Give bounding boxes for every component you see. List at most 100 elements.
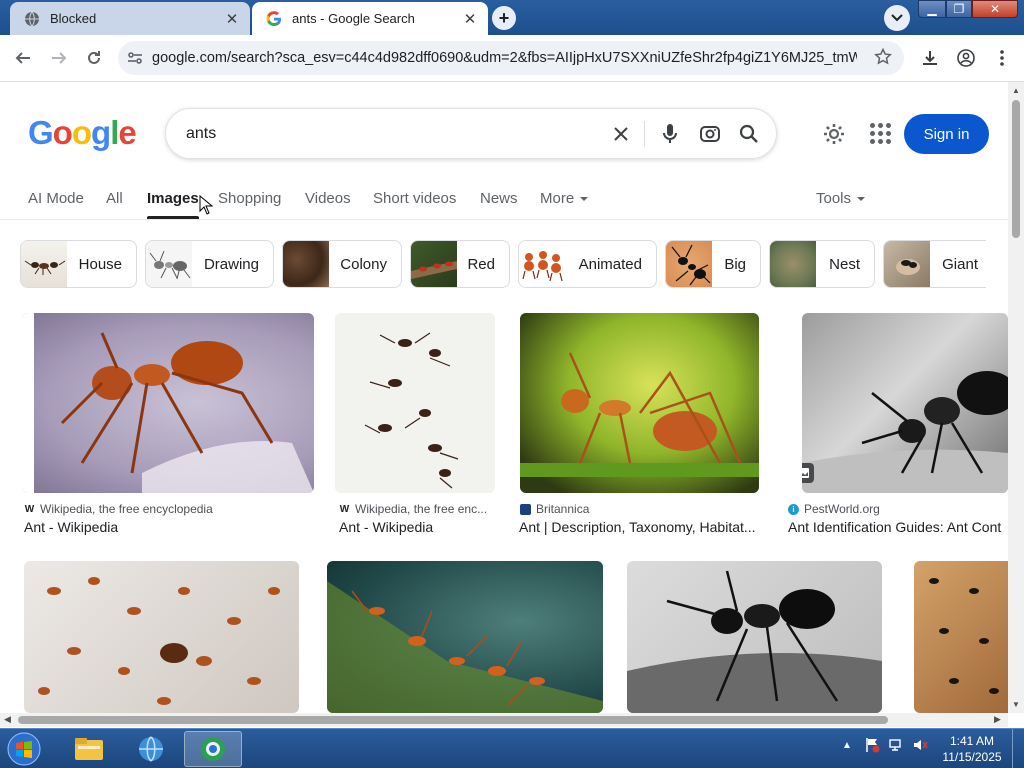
vertical-scroll-thumb[interactable] (1012, 100, 1020, 238)
horizontal-scroll-thumb[interactable] (18, 716, 888, 724)
minimize-button[interactable]: ▁ (918, 0, 946, 18)
chip-thumbnail (666, 241, 712, 287)
tab-images[interactable]: Images (147, 190, 199, 219)
result-image-black-ant[interactable] (802, 313, 1008, 493)
result-title[interactable]: Ant - Wikipedia (339, 519, 491, 535)
horizontal-scrollbar[interactable]: ◀ ▶ (0, 713, 1008, 727)
search-box (165, 108, 777, 159)
taskbar-chrome[interactable] (184, 731, 242, 767)
close-window-button[interactable]: ✕ (972, 0, 1018, 18)
tab-shopping[interactable]: Shopping (218, 190, 281, 207)
chip-colony[interactable]: Colony (282, 240, 402, 288)
source-name: Wikipedia, the free enc... (355, 502, 488, 516)
windows-logo-icon (7, 732, 41, 766)
sign-in-button[interactable]: Sign in (904, 114, 989, 154)
reload-button[interactable] (79, 43, 109, 73)
chevron-down-icon (891, 14, 903, 22)
result-image-ant-trail[interactable] (335, 313, 495, 493)
tab-search-button[interactable] (884, 5, 910, 31)
tray-expand-icon[interactable]: ▲ (842, 740, 852, 751)
taskbar-internet-explorer[interactable] (122, 731, 180, 767)
action-center-flag-icon[interactable] (864, 737, 880, 753)
chip-thumbnail (146, 241, 192, 287)
chip-label: Big (724, 255, 746, 273)
network-icon[interactable] (888, 737, 904, 753)
chip-nest[interactable]: Nest (769, 240, 875, 288)
scroll-up-arrow-icon[interactable]: ▲ (1012, 86, 1020, 95)
back-button[interactable] (8, 43, 38, 73)
google-g-icon (266, 10, 282, 27)
scroll-right-arrow-icon[interactable]: ▶ (994, 714, 1001, 725)
arrow-left-icon (15, 52, 30, 64)
chip-label: Nest (829, 255, 860, 273)
chip-thumbnail (21, 241, 67, 287)
profile-button[interactable] (951, 43, 981, 73)
result-image-ant-nest[interactable] (914, 561, 1008, 713)
chip-big[interactable]: Big (665, 240, 761, 288)
tools-label: Tools (816, 190, 852, 207)
tab-title: ants - Google Search (292, 11, 415, 26)
image-badge-icon (802, 463, 814, 483)
clear-search-icon[interactable] (609, 122, 633, 146)
result-image-carpenter-ant[interactable] (627, 561, 882, 713)
vertical-scrollbar[interactable]: ▲ ▼ (1008, 82, 1024, 713)
scroll-down-arrow-icon[interactable]: ▼ (1012, 700, 1020, 709)
tab-blocked[interactable]: Blocked ✕ (10, 2, 250, 35)
result-image-weaver-ants[interactable] (327, 561, 603, 713)
tab-all[interactable]: All (106, 190, 123, 207)
chip-label: Animated (578, 255, 642, 273)
chip-red[interactable]: Red (410, 240, 510, 288)
chip-thumbnail (770, 241, 816, 287)
result-image-red-ant[interactable] (22, 313, 314, 493)
result-image-ant-on-stem[interactable] (520, 313, 759, 493)
volume-muted-icon[interactable] (912, 737, 928, 753)
search-input[interactable] (186, 124, 596, 143)
site-info-icon[interactable] (118, 51, 152, 65)
chip-label: Colony (340, 255, 387, 273)
refinement-chips: House Drawing Colony Red Animated Big Ne… (20, 240, 986, 288)
result-title[interactable]: Ant | Description, Taxonomy, Habitat... (519, 519, 761, 535)
bookmark-star-icon[interactable] (874, 47, 892, 71)
start-button[interactable] (4, 730, 44, 768)
taskbar-clock[interactable]: 1:41 AM 11/15/2025 (936, 733, 1008, 765)
lens-camera-icon[interactable] (698, 122, 722, 146)
tools-button[interactable]: Tools (816, 190, 866, 207)
close-tab-icon[interactable]: ✕ (222, 9, 242, 29)
search-icon[interactable] (737, 122, 761, 146)
settings-gear-icon[interactable] (821, 121, 847, 147)
globe-icon (139, 736, 163, 762)
tab-short-videos[interactable]: Short videos (373, 190, 456, 207)
wikipedia-icon: W (339, 503, 350, 515)
tab-ai-mode[interactable]: AI Mode (28, 190, 84, 207)
system-tray: ▲ (842, 737, 928, 753)
tab-more[interactable]: More (540, 190, 589, 207)
close-tab-icon[interactable]: ✕ (460, 9, 480, 29)
chip-giant[interactable]: Giant (883, 240, 986, 288)
scroll-left-arrow-icon[interactable]: ◀ (4, 714, 11, 725)
chip-animated[interactable]: Animated (518, 240, 657, 288)
new-tab-button[interactable]: + (492, 6, 516, 30)
microphone-icon[interactable] (658, 122, 682, 146)
browser-menu-button[interactable] (987, 43, 1017, 73)
result-image-ant-swarm[interactable] (24, 561, 299, 713)
chip-drawing[interactable]: Drawing (145, 240, 274, 288)
address-bar[interactable]: google.com/search?sca_esv=c44c4d982dff06… (118, 41, 904, 75)
result-title[interactable]: Ant - Wikipedia (24, 519, 314, 535)
tab-more-label: More (540, 190, 575, 207)
downloads-button[interactable] (915, 43, 945, 73)
taskbar-file-explorer[interactable] (60, 731, 118, 767)
result-source: Britannica (520, 502, 760, 516)
tab-news[interactable]: News (480, 190, 518, 207)
google-apps-icon[interactable] (868, 121, 892, 145)
forward-button[interactable] (44, 43, 74, 73)
tab-videos[interactable]: Videos (305, 190, 351, 207)
google-logo[interactable]: Google (28, 114, 137, 152)
show-desktop-button[interactable] (1012, 729, 1024, 768)
profile-icon (957, 49, 975, 67)
reload-icon (88, 51, 100, 64)
more-vert-icon (1000, 50, 1004, 66)
chip-house[interactable]: House (20, 240, 137, 288)
maximize-button[interactable]: ❐ (946, 0, 972, 18)
tab-google-search[interactable]: ants - Google Search ✕ (252, 2, 488, 35)
result-title[interactable]: Ant Identification Guides: Ant Cont (788, 519, 1008, 535)
